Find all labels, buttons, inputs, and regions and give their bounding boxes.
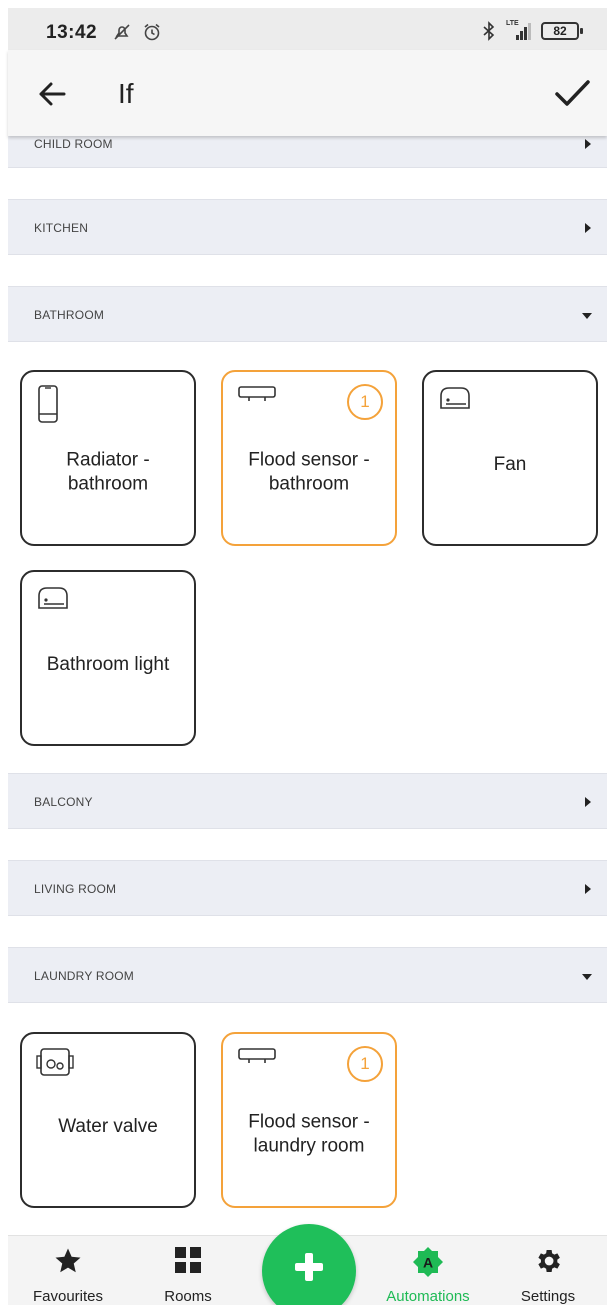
selection-count-badge: 1 [347,384,383,420]
nav-label: Automations [386,1288,470,1305]
section-living-room[interactable]: LIVING ROOM [8,860,607,916]
section-bathroom[interactable]: BATHROOM [8,286,607,342]
selection-count-badge: 1 [347,1046,383,1082]
grid-icon [175,1247,201,1273]
section-label: LAUNDRY ROOM [34,969,134,983]
switch-icon [38,587,68,609]
section-label: KITCHEN [34,221,89,235]
automations-icon: A [413,1247,443,1277]
nav-label: Settings [520,1288,576,1305]
section-label: LIVING ROOM [34,882,117,896]
nav-label: Favourites [32,1288,104,1305]
device-label: Fan [493,454,527,476]
notifications-off-icon [114,24,130,40]
gear-icon [538,1250,560,1272]
section-label: CHILD ROOM [34,137,113,151]
chevron-right-icon [585,884,591,894]
flood-sensor-icon [238,386,276,401]
flood-sensor-icon [238,1048,276,1063]
battery-indicator: 82 [541,22,583,40]
chevron-right-icon [585,223,591,233]
device-label: Bathroom light [46,654,170,676]
section-label: BALCONY [34,795,93,809]
nav-rooms[interactable]: Rooms [128,1236,248,1305]
plus-icon [295,1253,323,1281]
back-arrow-icon[interactable] [32,74,72,114]
section-laundry-room[interactable]: LAUNDRY ROOM [8,947,607,1003]
device-label: Flood sensor - bathroom [248,449,370,495]
valve-icon [36,1048,74,1076]
device-tile-water-valve[interactable]: Water valve [20,1032,196,1208]
chevron-right-icon [585,797,591,807]
device-tile-bathroom-light[interactable]: Bathroom light [20,570,196,746]
device-tile-flood-sensor-laundry-room[interactable]: 1 Flood sensor - laundry room [221,1032,397,1208]
bluetooth-icon [483,21,495,41]
chevron-down-icon [582,313,592,319]
svg-text:A: A [423,1255,433,1271]
checkmark-icon[interactable] [551,72,593,114]
status-time: 13:42 [46,22,98,43]
star-icon [55,1248,81,1273]
alarm-icon [144,23,160,41]
radiator-icon [38,385,58,423]
nav-settings[interactable]: Settings [488,1236,607,1305]
app-bar: If [8,50,607,136]
switch-icon [440,387,470,409]
device-tile-flood-sensor-bathroom[interactable]: 1 Flood sensor - bathroom [221,370,397,546]
section-balcony[interactable]: BALCONY [8,773,607,829]
nav-automations[interactable]: A Automations [368,1236,488,1305]
device-label: Flood sensor - laundry room [248,1111,370,1157]
signal-icon: LTE [506,20,531,40]
chevron-right-icon [585,139,591,149]
network-type: LTE [506,20,519,27]
section-label: BATHROOM [34,308,105,322]
nav-label: Rooms [164,1288,212,1305]
device-label: Water valve [58,1116,158,1138]
status-bar: 13:42 LTE 82 [8,8,607,50]
page-title: If [118,78,134,109]
device-tile-radiator-bathroom[interactable]: Radiator - bathroom [20,370,196,546]
device-label: Radiator - bathroom [66,449,150,495]
section-kitchen[interactable]: KITCHEN [8,199,607,255]
nav-favourites[interactable]: Favourites [8,1236,128,1305]
chevron-down-icon [582,974,592,980]
device-tile-fan[interactable]: Fan [422,370,598,546]
